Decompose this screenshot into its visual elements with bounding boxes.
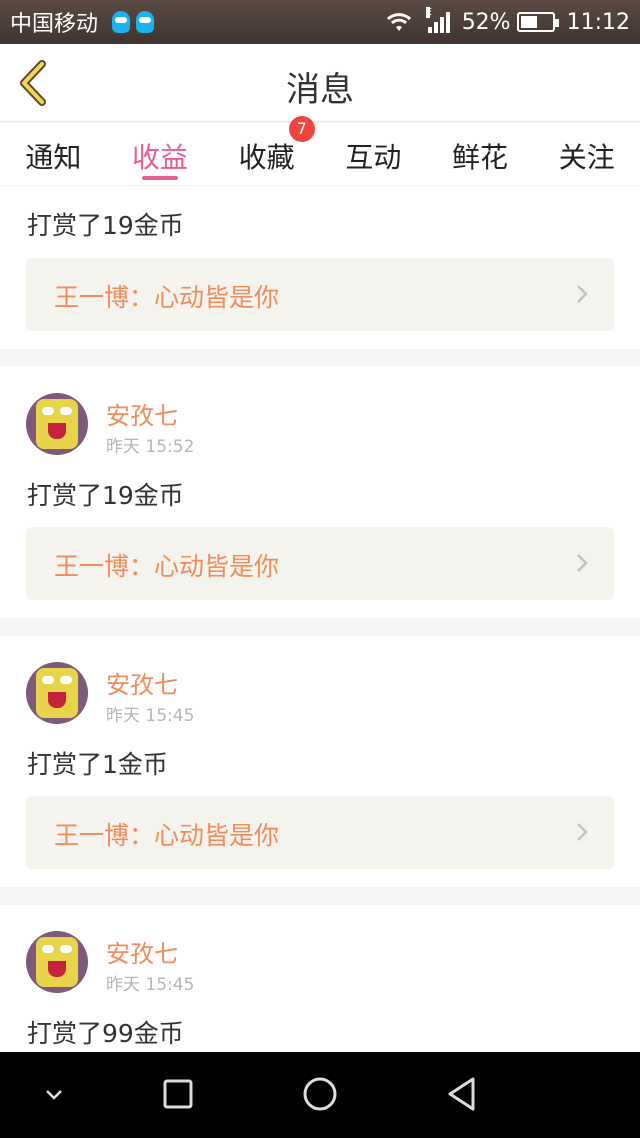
circle-icon — [303, 1077, 337, 1111]
clock: 11:12 — [566, 9, 630, 35]
square-icon — [163, 1079, 193, 1109]
timestamp: 昨天 15:45 — [106, 975, 195, 995]
battery-percent: 52% — [461, 9, 511, 35]
signal-icon: E — [425, 7, 450, 33]
system-nav-bar — [0, 1052, 640, 1138]
tab-label: 关注 — [558, 141, 615, 174]
tab-earnings[interactable]: 收益 — [107, 123, 214, 185]
timestamp: 昨天 15:52 — [106, 437, 195, 457]
status-bar: 中国移动 E 52% 11:12 — [0, 0, 640, 44]
tab-label: 收藏 — [238, 141, 295, 174]
message-text: 打赏了19金币 — [27, 481, 184, 510]
qq-notification-icon — [112, 11, 131, 33]
chevron-right-icon — [577, 554, 588, 572]
tab-favorites[interactable]: 收藏 7 — [213, 116, 320, 185]
qq-notification-icon — [136, 11, 155, 33]
message-text: 打赏了99金币 — [27, 1019, 184, 1048]
carrier-name: 中国移动 — [10, 12, 99, 37]
tab-label: 鲜花 — [452, 141, 509, 174]
message-text: 打赏了1金币 — [27, 750, 168, 779]
referenced-work-link[interactable]: 王一博：心动皆是你 — [26, 527, 614, 600]
referenced-work-title: 王一博：心动皆是你 — [54, 552, 280, 581]
referenced-work-title: 王一博：心动皆是你 — [54, 821, 280, 850]
timestamp: 昨天 15:45 — [106, 706, 195, 726]
battery-icon — [516, 12, 559, 32]
message-card: 安孜七 昨天 15:45 打赏了1金币 王一博：心动皆是你 — [0, 636, 640, 887]
tab-label: 互动 — [345, 141, 402, 174]
chevron-right-icon — [577, 285, 588, 303]
triangle-back-icon — [448, 1077, 475, 1111]
tab-interactions[interactable]: 互动 — [320, 123, 427, 185]
tab-label: 通知 — [25, 141, 82, 174]
message-card: 安孜七 昨天 15:45 打赏了99金币 — [0, 905, 640, 1052]
tab-notifications[interactable]: 通知 — [0, 123, 107, 185]
tab-label: 收益 — [132, 141, 189, 174]
home-button[interactable] — [300, 1074, 340, 1114]
avatar[interactable] — [26, 662, 88, 724]
avatar[interactable] — [26, 393, 88, 455]
network-type: E — [425, 7, 433, 18]
avatar[interactable] — [26, 931, 88, 993]
hide-nav-button[interactable] — [34, 1074, 74, 1114]
chevron-down-icon — [46, 1090, 62, 1100]
page-title: 消息 — [286, 70, 354, 110]
wifi-icon — [386, 11, 412, 33]
username[interactable]: 安孜七 — [106, 934, 178, 969]
username[interactable]: 安孜七 — [106, 396, 178, 431]
referenced-work-title: 王一博：心动皆是你 — [54, 283, 280, 312]
message-card: 打赏了19金币 王一博：心动皆是你 — [0, 186, 640, 349]
back-nav-button[interactable] — [442, 1074, 482, 1114]
referenced-work-link[interactable]: 王一博：心动皆是你 — [26, 796, 614, 869]
recents-button[interactable] — [158, 1074, 198, 1114]
message-card: 安孜七 昨天 15:52 打赏了19金币 王一博：心动皆是你 — [0, 366, 640, 618]
tab-following[interactable]: 关注 — [533, 123, 640, 185]
tab-flowers[interactable]: 鲜花 — [427, 123, 534, 185]
chevron-right-icon — [577, 823, 588, 841]
header: 消息 — [0, 44, 640, 122]
username[interactable]: 安孜七 — [106, 665, 178, 700]
referenced-work-link[interactable]: 王一博：心动皆是你 — [26, 258, 614, 331]
unread-badge: 7 — [288, 116, 315, 142]
tab-bar: 通知 收益 收藏 7 互动 鲜花 关注 — [0, 116, 640, 185]
message-text: 打赏了19金币 — [27, 211, 184, 240]
